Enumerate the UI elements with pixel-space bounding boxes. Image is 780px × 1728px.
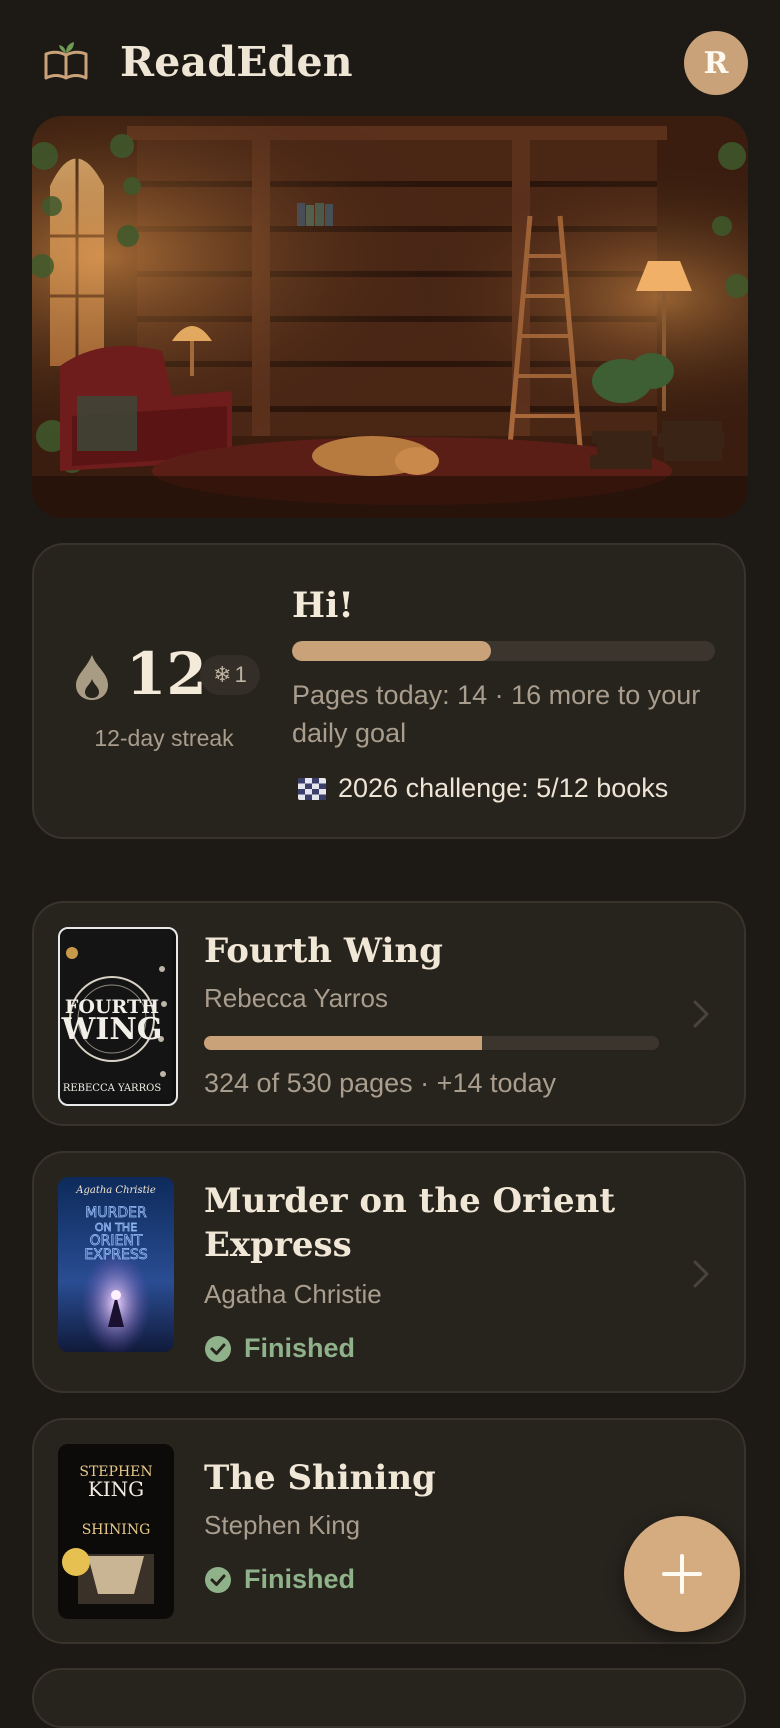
chevron-right-icon [693,1260,709,1288]
cover-line-1: MURDER [85,1205,147,1221]
book-title: Fourth Wing [204,931,443,971]
status-label: Finished [244,1564,356,1594]
streak-freeze-badge[interactable]: ❄ 1 [200,655,260,695]
freeze-count: 1 [234,662,247,687]
book-author: Agatha Christie [204,1279,382,1309]
cover-author: Agatha Christie [75,1185,156,1196]
book-card-murder-on-the-orient-express[interactable]: Agatha Christie MURDER ON THE ORIENT EXP… [32,1151,746,1393]
checkered-flag-icon [298,777,326,800]
status-label: Finished [244,1333,356,1363]
daily-goal-progress-bar [292,641,715,661]
challenge-text: 2026 challenge: 5/12 books [338,773,669,803]
finished-status: Finished [204,1564,355,1595]
cover-author-last: KING [88,1477,144,1501]
stats-card: 12 ❄ 1 12-day streak Hi! Pages today: 14… [32,543,746,839]
book-author: Stephen King [204,1510,361,1540]
daily-goal-progress-fill [292,641,491,661]
streak-count: 12 [126,640,207,708]
flame-icon [76,655,108,700]
app-title: ReadEden [120,38,353,86]
check-circle-icon [205,1335,231,1362]
cover-line-4: EXPRESS [84,1247,147,1263]
book-progress-bar [204,1036,659,1050]
cover-title-bottom: WING [61,1012,163,1047]
greeting: Hi! [292,585,354,626]
book-author: Rebecca Yarros [204,983,389,1013]
finished-status: Finished [204,1333,355,1364]
profile-avatar[interactable]: R [684,31,748,95]
app-header: ReadEden R [0,0,780,118]
add-book-button[interactable] [624,1516,740,1632]
open-book-sprout-icon [44,42,88,80]
hero-library-illustration [32,116,748,518]
snowflake-icon: ❄ [213,662,232,687]
book-progress-fill [204,1036,482,1050]
book-title: The Shining [204,1458,436,1498]
chevron-right-icon [693,1000,709,1028]
reading-challenge[interactable]: 2026 challenge: 5/12 books [298,773,668,804]
book-progress-text: 324 of 530 pages · +14 today [204,1068,557,1098]
cover-author: REBECCA YARROS [63,1083,161,1094]
book-cover: STEPHEN KING SHINING [58,1444,174,1619]
daily-goal-text: Pages today: 14 · 16 more to your daily … [292,680,701,748]
book-card-fourth-wing[interactable]: FOURTH WING REBECCA YARROS Fourth Wing R… [32,901,746,1126]
book-card-partial[interactable] [32,1668,746,1728]
book-cover: Agatha Christie MURDER ON THE ORIENT EXP… [58,1177,174,1352]
plus-icon [662,1554,702,1594]
book-title: Murder on the Orient Express [204,1181,616,1265]
book-cover: FOURTH WING REBECCA YARROS [58,927,178,1106]
streak-label: 12-day streak [94,725,234,751]
check-circle-icon [205,1566,231,1593]
cover-title: SHINING [82,1522,151,1538]
